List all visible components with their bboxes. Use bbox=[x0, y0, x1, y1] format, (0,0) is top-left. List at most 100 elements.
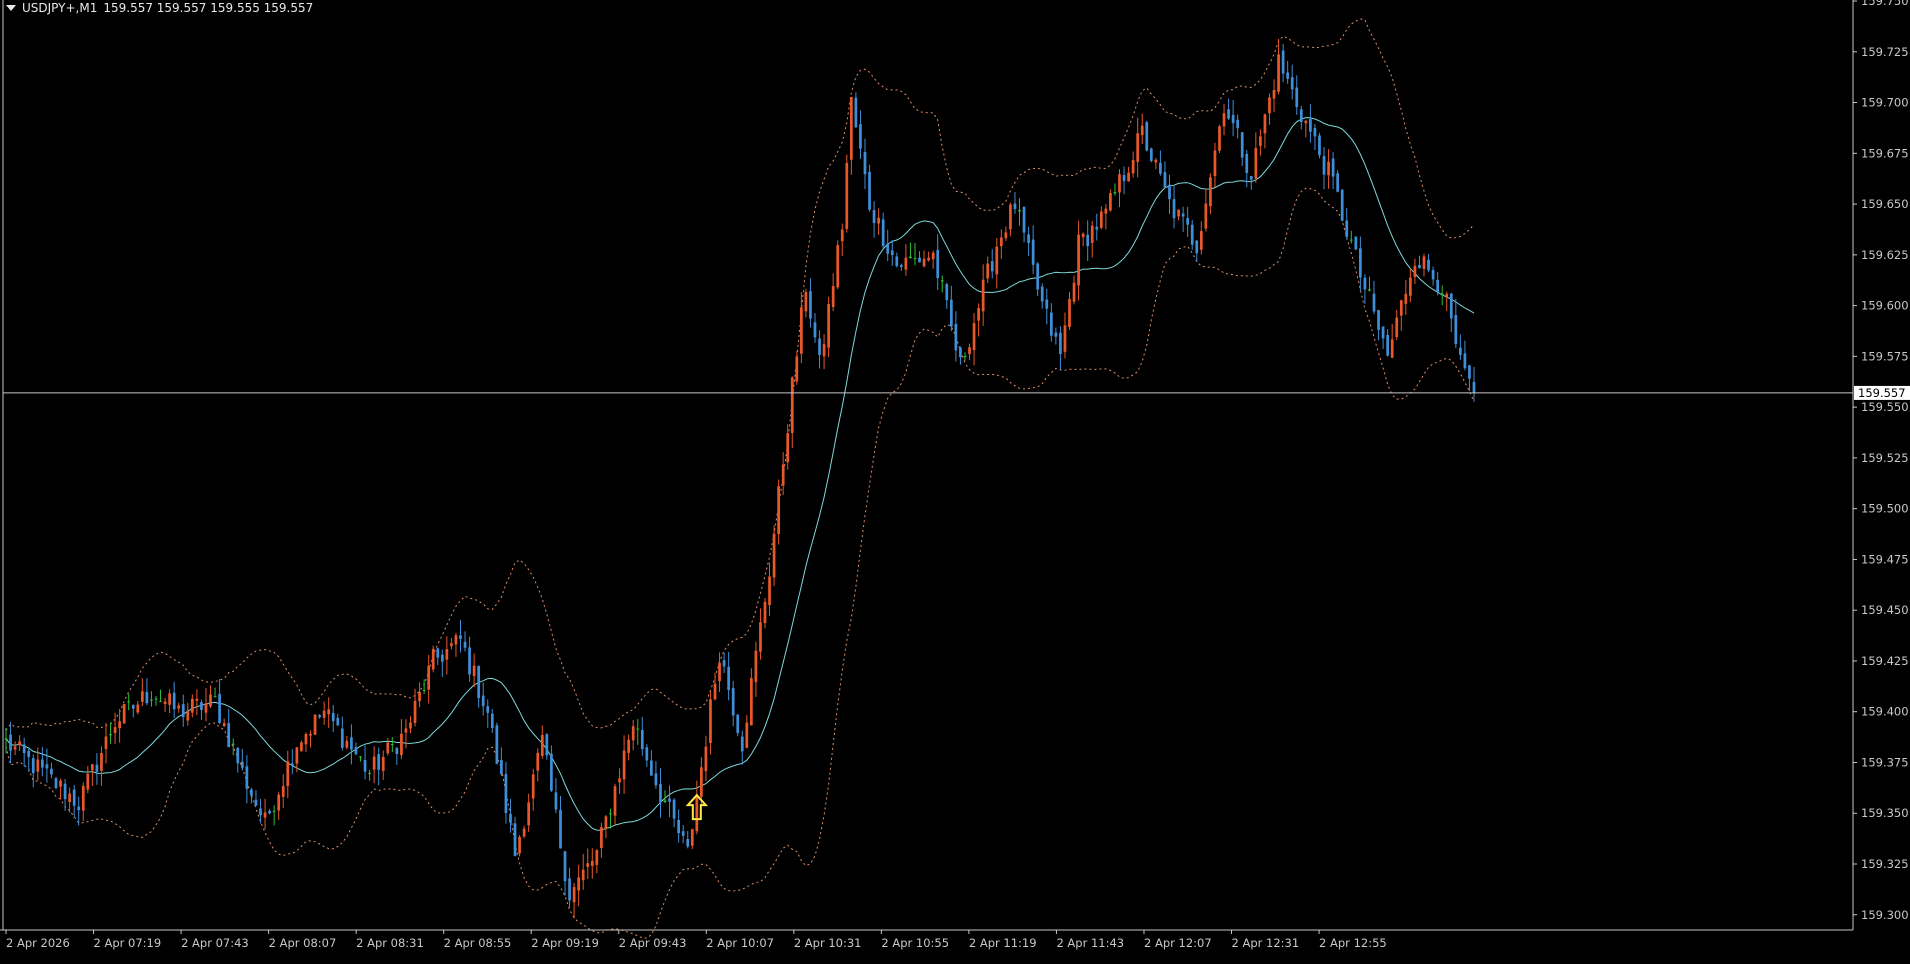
candle-body bbox=[95, 764, 99, 772]
candle bbox=[263, 798, 267, 830]
candle bbox=[450, 637, 453, 650]
candle bbox=[9, 722, 12, 764]
candle bbox=[18, 735, 21, 751]
candle bbox=[840, 223, 844, 256]
candle bbox=[545, 733, 549, 760]
candle-body bbox=[890, 250, 894, 255]
candle bbox=[1209, 173, 1212, 215]
candle-body bbox=[1436, 279, 1440, 293]
candle-body bbox=[895, 256, 899, 266]
candle-body bbox=[813, 322, 817, 338]
candle-body bbox=[536, 752, 540, 771]
candle bbox=[400, 719, 403, 760]
candle bbox=[981, 264, 985, 326]
candle bbox=[713, 672, 717, 701]
candle bbox=[1054, 327, 1058, 345]
price-tick-label: 159.425 bbox=[1861, 654, 1909, 668]
time-tick-label: 2 Apr 12:31 bbox=[1232, 936, 1300, 950]
candle-body bbox=[140, 691, 144, 702]
candle-body bbox=[849, 97, 853, 160]
candle bbox=[1449, 292, 1453, 333]
candle-body bbox=[1349, 239, 1353, 241]
candle bbox=[131, 704, 135, 718]
candle-body bbox=[804, 291, 808, 312]
candle-body bbox=[868, 171, 871, 210]
candle bbox=[1418, 255, 1421, 269]
candle-body bbox=[522, 828, 526, 837]
candle bbox=[404, 719, 408, 749]
candle-body bbox=[236, 747, 240, 764]
candle-body bbox=[600, 827, 603, 849]
candle-body bbox=[254, 799, 258, 806]
candle-body bbox=[1395, 317, 1399, 338]
candle-body bbox=[1240, 132, 1244, 158]
candle bbox=[809, 278, 812, 328]
candle bbox=[322, 701, 326, 725]
candle bbox=[1077, 220, 1080, 301]
candle bbox=[1018, 198, 1021, 226]
candle-body bbox=[290, 763, 294, 766]
candle-body bbox=[1045, 299, 1049, 309]
candle-body bbox=[750, 678, 753, 726]
current-price-label: 159.557 bbox=[1858, 386, 1906, 400]
candle-body bbox=[22, 744, 26, 754]
candle-body bbox=[209, 694, 212, 707]
candle bbox=[1122, 166, 1126, 195]
candle bbox=[1218, 124, 1221, 154]
candle-body bbox=[45, 764, 49, 769]
candle bbox=[845, 154, 849, 233]
price-tick-label: 159.700 bbox=[1861, 96, 1909, 110]
candle bbox=[459, 619, 462, 653]
candle bbox=[581, 854, 585, 890]
candle bbox=[895, 252, 899, 268]
candle-body bbox=[277, 794, 281, 811]
candle bbox=[740, 730, 744, 765]
candle bbox=[931, 250, 935, 269]
candle bbox=[818, 330, 821, 369]
candle-body bbox=[531, 774, 535, 799]
candle-body bbox=[1359, 248, 1362, 278]
candle bbox=[804, 288, 808, 318]
candle bbox=[913, 243, 917, 266]
menu-triangle-icon[interactable] bbox=[6, 5, 16, 11]
candle-body bbox=[13, 746, 17, 750]
price-tick-label: 159.750 bbox=[1861, 0, 1909, 8]
candle bbox=[859, 110, 862, 159]
candle-body bbox=[1049, 312, 1053, 336]
candle-body bbox=[245, 766, 249, 789]
candle bbox=[431, 645, 435, 673]
price-tick-label: 159.675 bbox=[1861, 146, 1909, 160]
chart-window[interactable]: USDJPY+,M1 159.557 159.557 159.555 159.5… bbox=[0, 0, 1910, 960]
price-chart[interactable]: 159.300 159.325 159.350 159.375 159.400 159.4… bbox=[0, 0, 1910, 960]
candle-body bbox=[377, 754, 381, 770]
candle-body bbox=[527, 802, 531, 826]
candle bbox=[68, 787, 71, 813]
candle-body bbox=[640, 730, 644, 750]
candle-body bbox=[490, 713, 494, 728]
candle-body bbox=[268, 810, 271, 814]
candle bbox=[522, 825, 526, 839]
candle bbox=[1127, 166, 1130, 182]
candle-body bbox=[495, 725, 499, 764]
candle bbox=[1177, 209, 1180, 221]
candle bbox=[418, 682, 421, 708]
candle-body bbox=[440, 654, 444, 662]
candle-body bbox=[968, 347, 971, 355]
candle-body bbox=[568, 878, 571, 901]
candle-body bbox=[827, 304, 830, 348]
candle-body bbox=[1318, 135, 1321, 156]
price-tick-label: 159.350 bbox=[1861, 806, 1909, 820]
candle-body bbox=[722, 660, 726, 667]
candle bbox=[422, 679, 426, 694]
candle bbox=[363, 745, 367, 780]
candle bbox=[1286, 60, 1290, 84]
candle bbox=[27, 748, 31, 772]
candle bbox=[1113, 183, 1117, 196]
candle-body bbox=[1204, 203, 1208, 229]
candle bbox=[1263, 113, 1267, 149]
candle bbox=[218, 678, 221, 725]
candle bbox=[922, 250, 926, 268]
candle bbox=[300, 740, 303, 752]
candle bbox=[1031, 225, 1035, 274]
candle-body bbox=[1031, 239, 1035, 265]
